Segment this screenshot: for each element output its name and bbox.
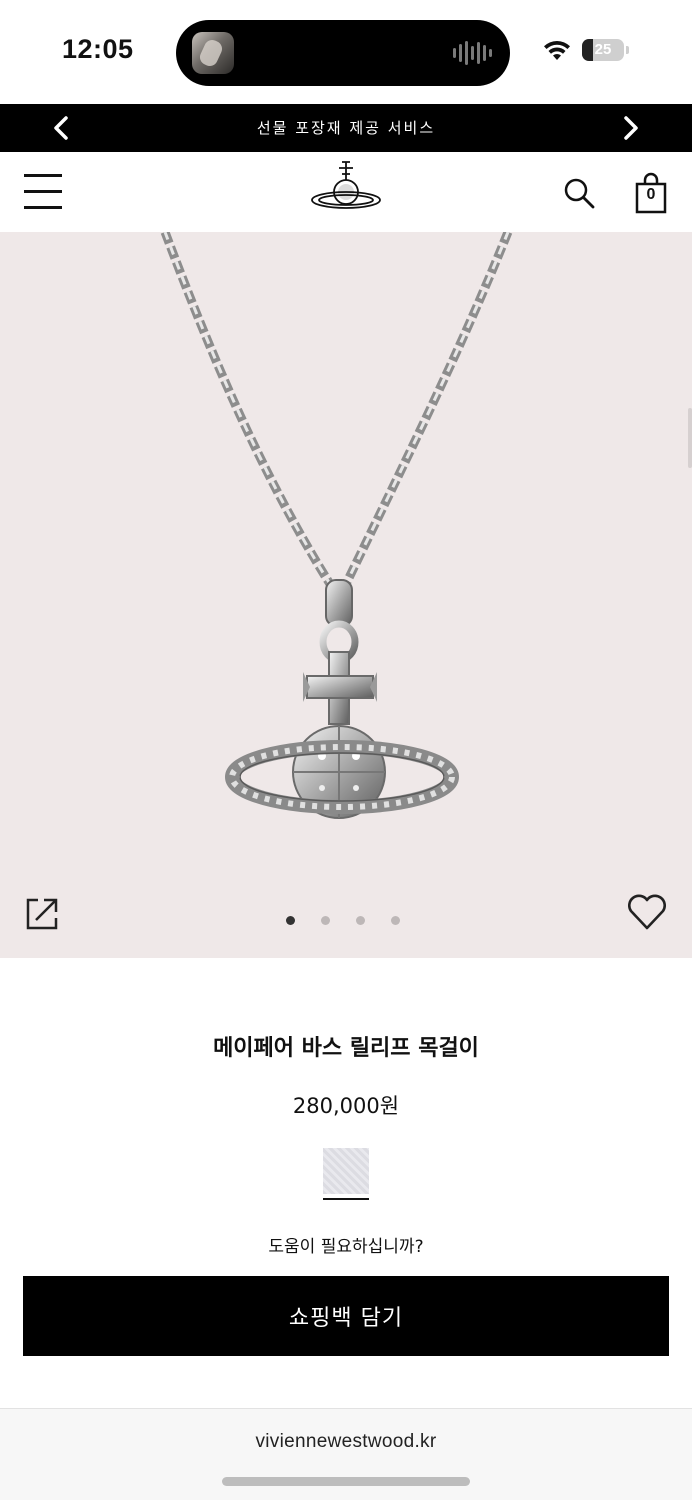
gallery-scroll-indicator xyxy=(688,408,692,468)
product-image-gallery[interactable] xyxy=(0,232,692,958)
product-image xyxy=(160,232,513,819)
gallery-dot[interactable] xyxy=(356,916,365,925)
product-price: 280,000원 xyxy=(292,1094,400,1118)
chevron-right-icon[interactable] xyxy=(616,114,644,142)
swatch-selected-underline xyxy=(323,1198,369,1200)
gallery-pagination xyxy=(286,916,400,926)
dynamic-island[interactable] xyxy=(176,20,510,86)
wifi-icon xyxy=(544,40,570,60)
shopping-bag-button[interactable]: 0 xyxy=(634,172,668,214)
browser-address-bar[interactable]: viviennewestwood.kr xyxy=(0,1408,692,1500)
audio-waveform-icon xyxy=(453,40,492,66)
share-icon[interactable] xyxy=(24,896,60,932)
status-time: 12:05 xyxy=(62,34,134,64)
orb-logo[interactable] xyxy=(308,158,384,220)
add-to-bag-button[interactable]: 쇼핑백 담기 xyxy=(23,1276,669,1356)
site-header: 0 xyxy=(0,152,692,232)
heart-icon[interactable] xyxy=(626,892,668,932)
battery-icon: 25 xyxy=(582,39,624,61)
search-icon[interactable] xyxy=(562,176,596,210)
gallery-dot[interactable] xyxy=(286,916,295,925)
color-swatch-selected[interactable] xyxy=(323,1148,369,1194)
gallery-dot[interactable] xyxy=(391,916,400,925)
gallery-dot[interactable] xyxy=(321,916,330,925)
battery-level: 25 xyxy=(594,41,612,58)
cart-count: 0 xyxy=(646,186,656,203)
product-name: 메이페어 바스 릴리프 목걸이 xyxy=(213,1036,479,1061)
promo-banner: 선물 포장재 제공 서비스 xyxy=(0,104,692,152)
battery-cap xyxy=(626,46,629,54)
promo-text[interactable]: 선물 포장재 제공 서비스 xyxy=(0,104,692,152)
now-playing-thumbnail xyxy=(192,32,234,74)
url-text[interactable]: viviennewestwood.kr xyxy=(0,1431,692,1453)
menu-icon[interactable] xyxy=(24,172,64,212)
home-indicator[interactable] xyxy=(222,1477,470,1486)
help-link[interactable]: 도움이 필요하십니까? xyxy=(0,1232,692,1257)
status-bar: 12:05 25 xyxy=(0,0,692,104)
